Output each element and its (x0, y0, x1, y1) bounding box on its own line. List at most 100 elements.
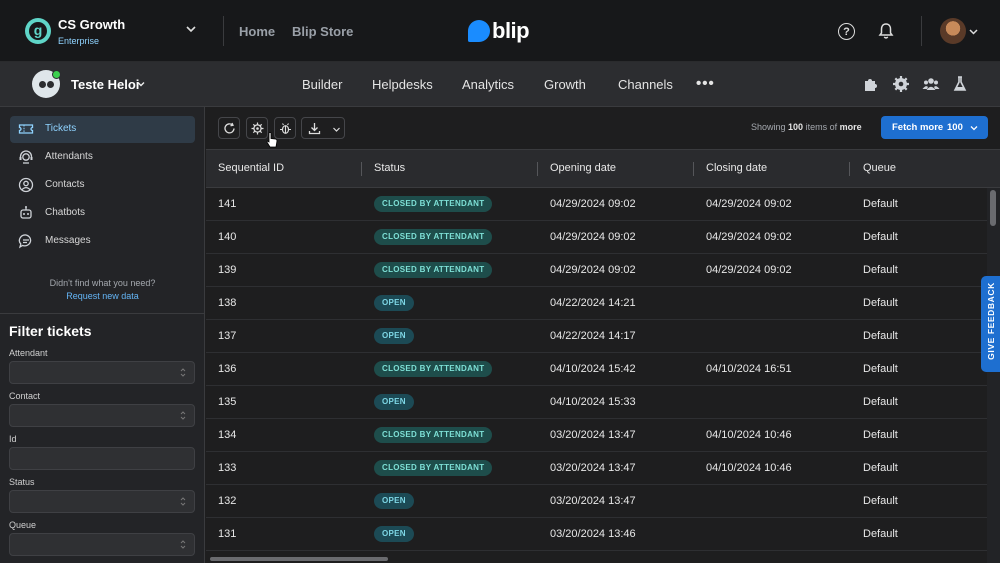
cell-queue: Default (863, 297, 898, 309)
col-header-status[interactable]: Status (374, 162, 405, 174)
menu-builder[interactable]: Builder (302, 77, 342, 92)
menu-helpdesks[interactable]: Helpdesks (372, 77, 433, 92)
cell-queue: Default (863, 429, 898, 441)
cell-id: 134 (218, 429, 237, 441)
cell-opening-date: 04/10/2024 15:33 (550, 396, 636, 408)
headset-icon (19, 150, 33, 164)
table-row[interactable]: 138 OPEN 04/22/2024 14:21 Default (206, 287, 988, 320)
menu-analytics[interactable]: Analytics (462, 77, 514, 92)
more-menu-icon[interactable]: ••• (696, 75, 715, 92)
fetch-more-button[interactable]: Fetch more 100 (881, 116, 988, 139)
chevron-down-icon[interactable] (184, 22, 198, 36)
tickets-panel: Showing 100 items of more Fetch more 100… (206, 107, 1000, 563)
gear-icon[interactable] (892, 75, 910, 93)
blip-bubble-icon (468, 20, 490, 42)
cell-queue: Default (863, 363, 898, 375)
cell-closing-date: 04/10/2024 16:51 (706, 363, 792, 375)
status-badge: OPEN (374, 328, 414, 344)
col-header-closing[interactable]: Closing date (706, 162, 767, 174)
brand-logo[interactable]: blip (468, 17, 530, 45)
download-icon (308, 123, 321, 135)
menu-channels[interactable]: Channels (618, 77, 673, 92)
cell-queue: Default (863, 396, 898, 408)
table-row[interactable]: 134 CLOSED BY ATTENDANT 03/20/2024 13:47 04… (206, 419, 988, 452)
flask-icon[interactable] (951, 75, 969, 93)
cell-queue: Default (863, 231, 898, 243)
give-feedback-button[interactable]: GIVE FEEDBACK (981, 276, 1000, 372)
chevron-down-icon[interactable] (136, 79, 146, 89)
help-icon[interactable]: ? (838, 23, 855, 40)
sidebar-item-contacts[interactable]: Contacts (10, 172, 195, 199)
org-name[interactable]: CS Growth (58, 17, 125, 32)
puzzle-icon[interactable] (862, 75, 880, 93)
filter-label-queue: Queue (9, 520, 37, 530)
cell-closing-date: 04/29/2024 09:02 (706, 198, 792, 210)
cell-closing-date: 04/29/2024 09:02 (706, 231, 792, 243)
cell-closing-date: 04/10/2024 10:46 (706, 429, 792, 441)
filter-label-id: Id (9, 434, 17, 444)
cell-queue: Default (863, 528, 898, 540)
cell-queue: Default (863, 495, 898, 507)
cell-opening-date: 04/29/2024 09:02 (550, 264, 636, 276)
bell-icon[interactable] (877, 22, 895, 40)
table-row[interactable]: 139 CLOSED BY ATTENDANT 04/29/2024 09:02 04… (206, 254, 988, 287)
table-row[interactable]: 141 CLOSED BY ATTENDANT 04/29/2024 09:02 04… (206, 188, 988, 221)
robot-icon (20, 206, 32, 219)
chevron-down-icon (970, 126, 978, 131)
table-row[interactable]: 140 CLOSED BY ATTENDANT 04/29/2024 09:02 04… (206, 221, 988, 254)
cell-id: 133 (218, 462, 237, 474)
cell-queue: Default (863, 264, 898, 276)
cell-id: 140 (218, 231, 237, 243)
bot-name[interactable]: Teste Heloi (71, 77, 139, 92)
id-input[interactable] (9, 447, 195, 470)
select-arrows-icon (180, 368, 186, 377)
col-header-opening[interactable]: Opening date (550, 162, 616, 174)
org-logo[interactable]: g (25, 18, 51, 44)
cell-id: 132 (218, 495, 237, 507)
download-button[interactable] (301, 117, 345, 139)
cell-id: 139 (218, 264, 237, 276)
select-arrows-icon (180, 497, 186, 506)
sidebar-item-attendants[interactable]: Attendants (10, 144, 195, 171)
sidebar: Tickets Attendants Contacts Chatbots Mes… (0, 107, 205, 563)
nav-store-link[interactable]: Blip Store (292, 24, 353, 39)
status-select[interactable] (9, 490, 195, 513)
refresh-button[interactable] (218, 117, 240, 139)
help-text: Didn't find what you need? (49, 278, 156, 288)
table-row[interactable]: 132 OPEN 03/20/2024 13:47 Default (206, 485, 988, 518)
team-icon[interactable] (922, 75, 940, 93)
chevron-down-icon[interactable] (968, 26, 979, 37)
attendant-select[interactable] (9, 361, 195, 384)
cell-queue: Default (863, 330, 898, 342)
vertical-scrollbar[interactable] (987, 188, 1000, 563)
settings-button[interactable] (246, 117, 268, 139)
table-row[interactable]: 131 OPEN 03/20/2024 13:46 Default (206, 518, 988, 551)
table-row[interactable]: 135 OPEN 04/10/2024 15:33 Default (206, 386, 988, 419)
col-header-queue[interactable]: Queue (863, 162, 896, 174)
horizontal-scrollbar[interactable] (210, 557, 388, 561)
status-badge: OPEN (374, 295, 414, 311)
contact-select[interactable] (9, 404, 195, 427)
ticket-icon (18, 124, 34, 134)
menu-growth[interactable]: Growth (544, 77, 586, 92)
table-row[interactable]: 133 CLOSED BY ATTENDANT 03/20/2024 13:47 04… (206, 452, 988, 485)
scrollbar-thumb[interactable] (990, 190, 996, 226)
table-row[interactable]: 136 CLOSED BY ATTENDANT 04/10/2024 15:42 04… (206, 353, 988, 386)
chevron-down-icon (333, 127, 340, 132)
request-data-link[interactable]: Request new data (0, 291, 205, 301)
filter-label-attendant: Attendant (9, 348, 48, 358)
table-row[interactable]: 137 OPEN 04/22/2024 14:17 Default (206, 320, 988, 353)
nav-home-link[interactable]: Home (239, 24, 275, 39)
sidebar-item-chatbots[interactable]: Chatbots (10, 200, 195, 227)
cell-id: 131 (218, 528, 237, 540)
sidebar-item-messages[interactable]: Messages (10, 228, 195, 255)
col-header-id[interactable]: Sequential ID (218, 162, 284, 174)
queue-select[interactable] (9, 533, 195, 556)
status-badge: OPEN (374, 394, 414, 410)
cell-closing-date: 04/10/2024 10:46 (706, 462, 792, 474)
sidebar-item-tickets[interactable]: Tickets (10, 116, 195, 143)
gear-icon (251, 122, 263, 134)
bot-bar: Teste Heloi Builder Helpdesks Analytics … (0, 62, 1000, 107)
cell-id: 138 (218, 297, 237, 309)
user-avatar[interactable] (940, 18, 966, 44)
